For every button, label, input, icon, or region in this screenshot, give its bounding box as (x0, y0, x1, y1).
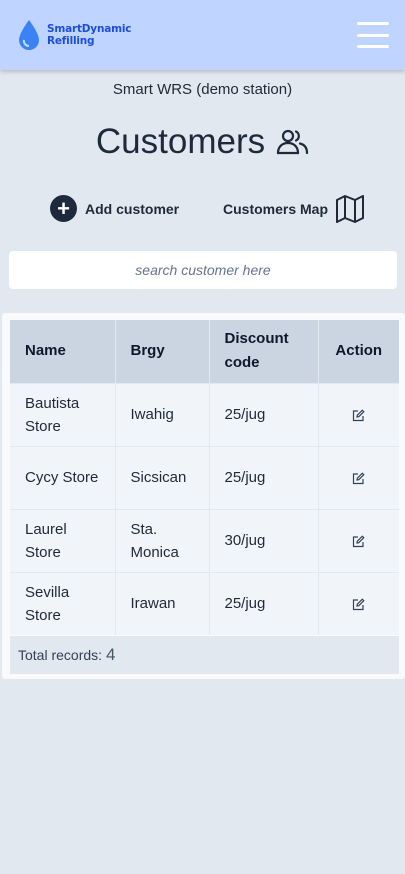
cell-action (318, 571, 399, 635)
cell-brgy: Sicsican (115, 445, 210, 509)
cell-discount: 25/jug (209, 382, 319, 446)
water-drop-icon (19, 20, 39, 50)
edit-icon[interactable] (352, 408, 365, 422)
page-title: Customers (95, 122, 266, 161)
header-brgy[interactable]: Brgy (115, 320, 210, 383)
app-header: SmartDynamic Refilling (0, 0, 405, 70)
users-icon (277, 129, 309, 155)
edit-icon[interactable] (352, 471, 365, 485)
logo[interactable]: SmartDynamic Refilling (16, 18, 131, 52)
total-records-count: 4 (106, 645, 116, 664)
logo-line-2: Refilling (47, 35, 95, 47)
total-records: Total records: 4 (10, 636, 399, 674)
header-discount-code[interactable]: Discount code (209, 320, 319, 383)
table-row[interactable]: Cycy Store Sicsican 25/jug (10, 445, 399, 509)
cell-name: Laurel Store (10, 508, 116, 572)
cell-action (318, 508, 399, 572)
cell-name: Bautista Store (10, 382, 116, 446)
add-customer-label: Add customer (85, 200, 180, 217)
customers-map-button[interactable]: Customers Map (223, 193, 366, 225)
edit-icon[interactable] (352, 534, 365, 548)
station-name: Smart WRS (demo station) (112, 81, 293, 98)
cell-name: Cycy Store (10, 445, 116, 509)
plus-circle-icon: + (50, 195, 77, 222)
logo-line-1: SmartDynamic (47, 23, 132, 35)
hamburger-menu-icon[interactable] (357, 21, 389, 49)
cell-action (318, 382, 399, 446)
edit-icon[interactable] (352, 598, 365, 611)
cell-name: Sevilla Store (10, 571, 116, 635)
table-row[interactable]: Laurel Store Sta. Monica 30/jug (10, 508, 399, 572)
add-customer-button[interactable]: + Add customer (50, 195, 179, 222)
map-icon (336, 195, 365, 223)
cell-discount: 30/jug (209, 508, 319, 572)
customers-table-card: Name Brgy Discount code Action Bautista … (2, 313, 405, 679)
cell-brgy: Sta. Monica (115, 508, 210, 572)
total-records-label: Total records: (18, 647, 103, 663)
customers-map-label: Customers Map (223, 201, 329, 217)
table-header-row: Name Brgy Discount code Action (10, 320, 399, 383)
cell-discount: 25/jug (209, 571, 319, 635)
search-input[interactable] (9, 251, 397, 289)
header-action: Action (318, 320, 399, 383)
header-name[interactable]: Name (10, 320, 116, 383)
cell-action (318, 445, 399, 509)
cell-discount: 25/jug (209, 445, 319, 509)
cell-brgy: Iwahig (115, 382, 210, 446)
table-row[interactable]: Bautista Store Iwahig 25/jug (10, 382, 399, 446)
page-title-row: Customers (0, 122, 405, 162)
cell-brgy: Irawan (115, 571, 210, 635)
action-bar: + Add customer Customers Map (0, 193, 405, 227)
logo-text: SmartDynamic Refilling (47, 23, 131, 47)
customers-table: Name Brgy Discount code Action Bautista … (10, 320, 399, 635)
table-row[interactable]: Sevilla Store Irawan 25/jug (10, 571, 399, 635)
